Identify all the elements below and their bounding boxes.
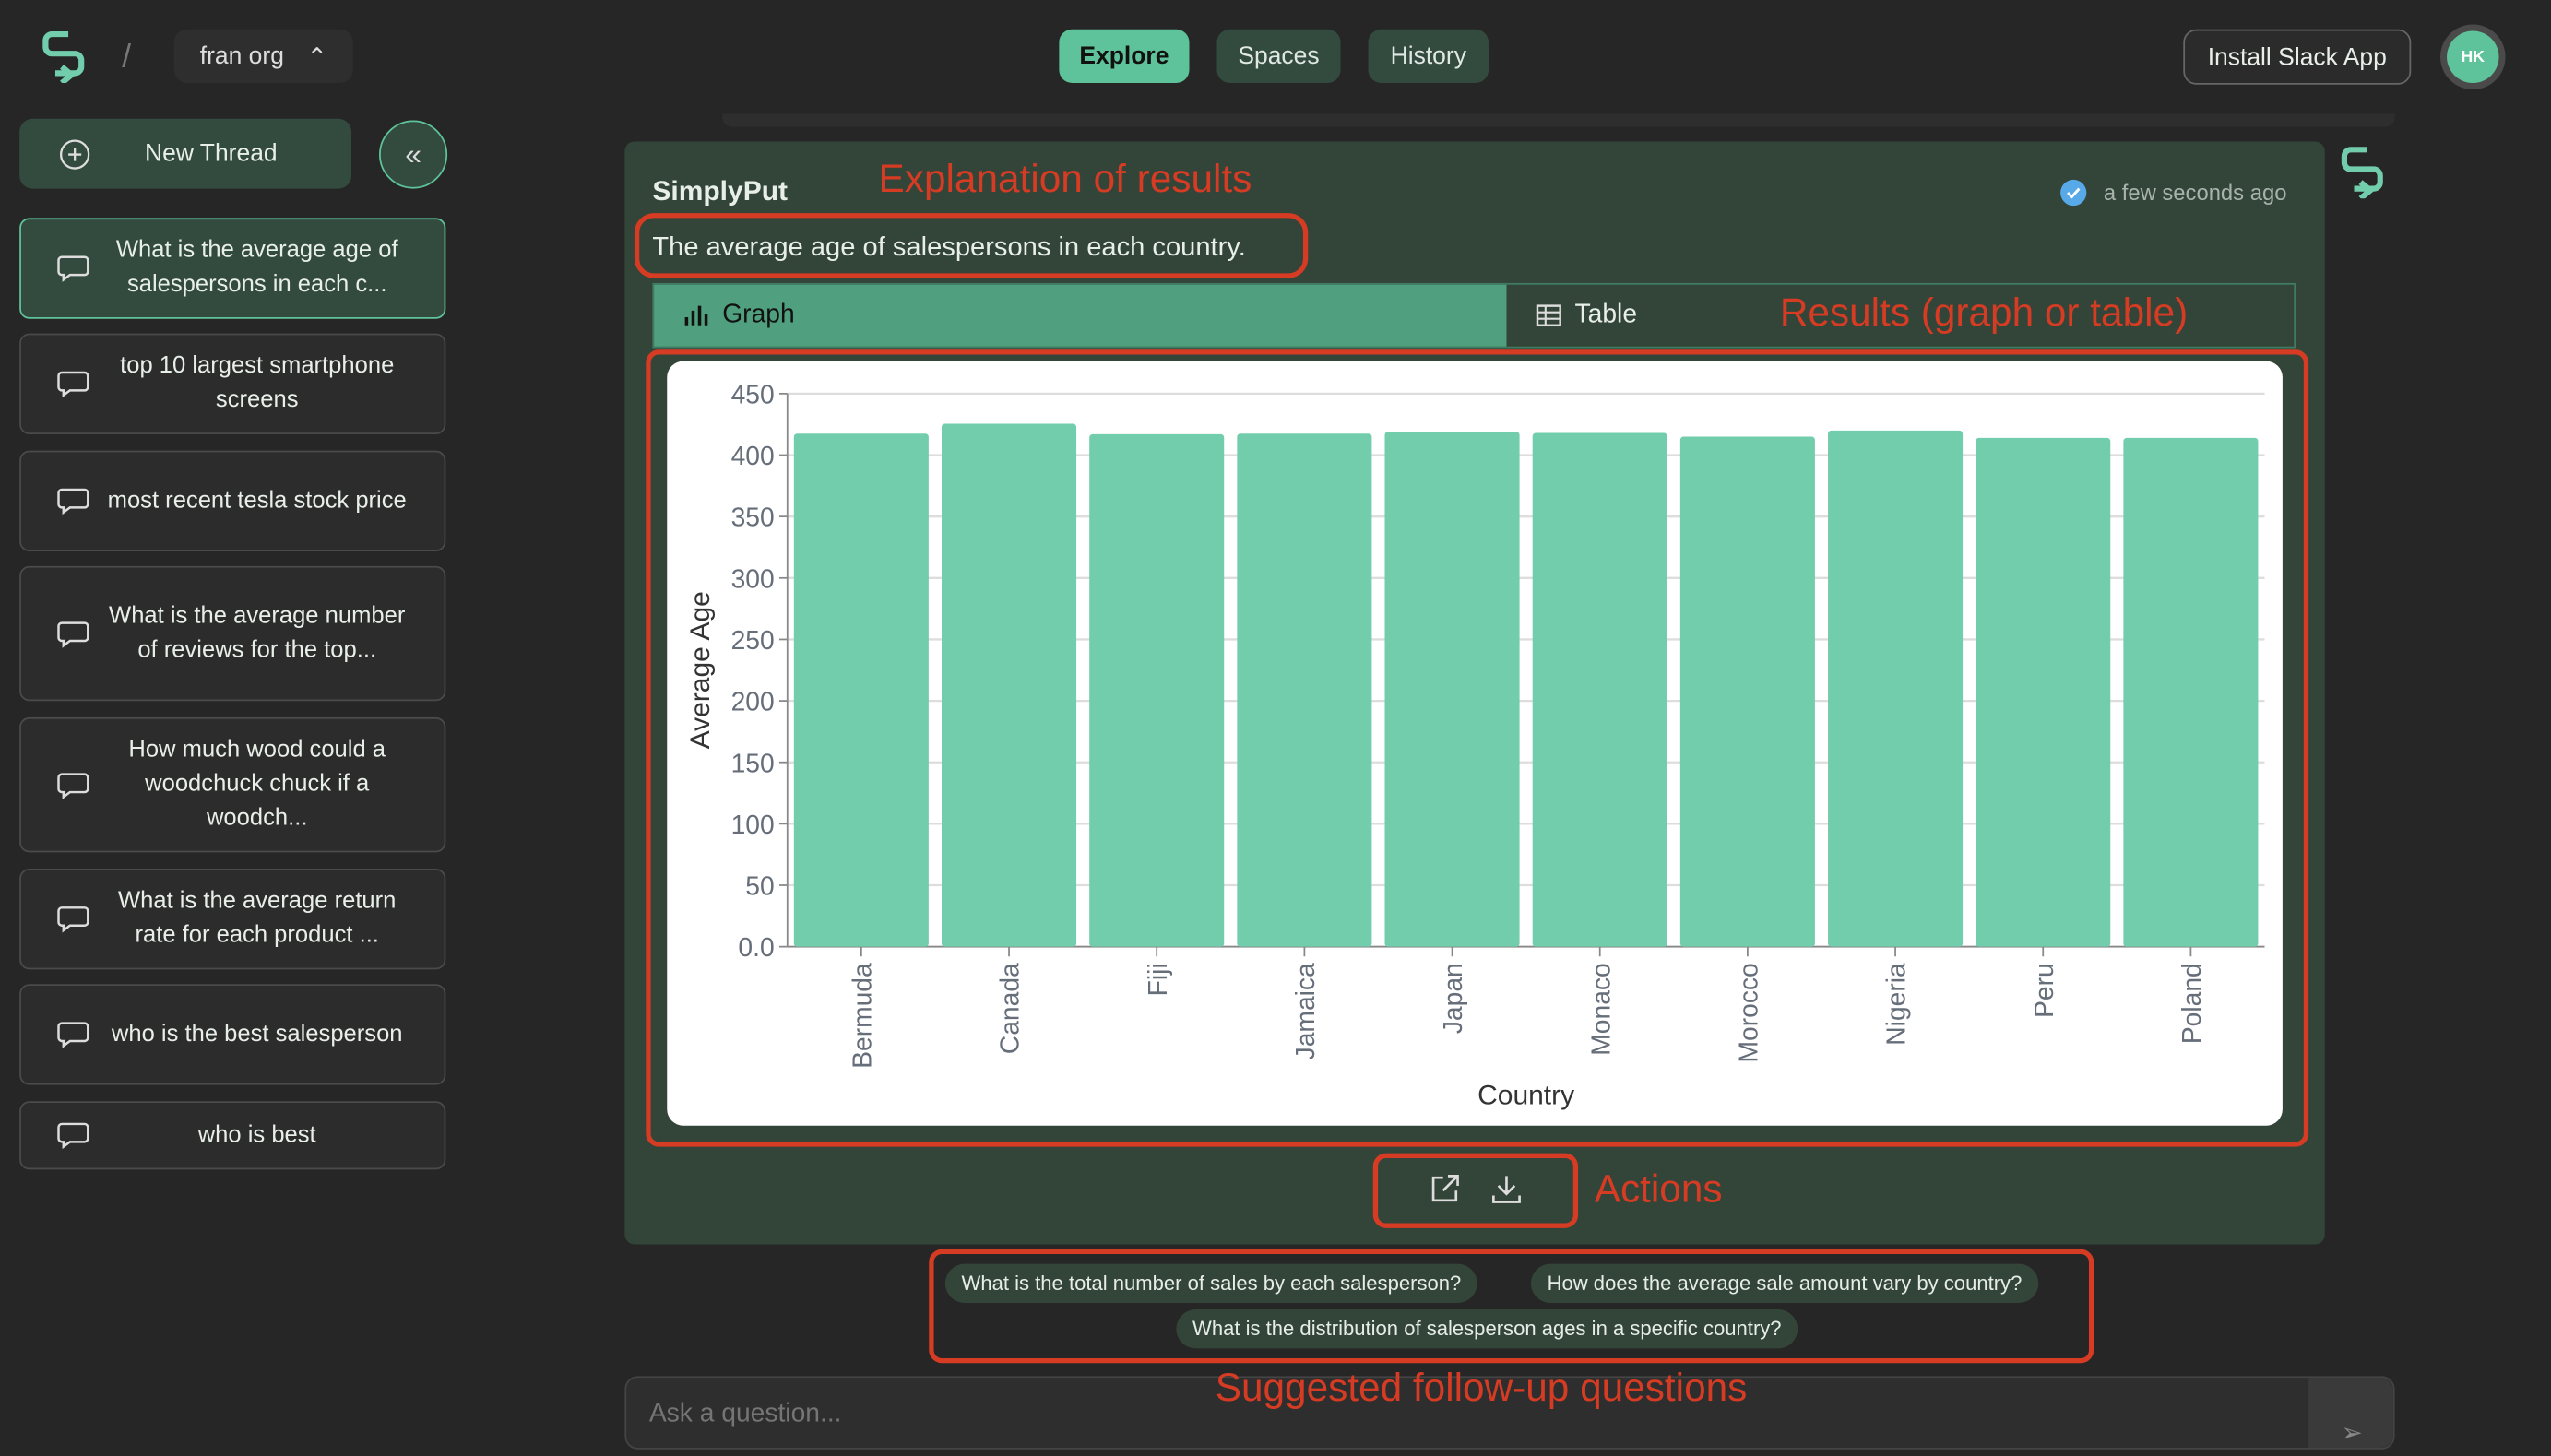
table-icon (1536, 304, 1561, 327)
avatar-initials: HK (2447, 30, 2499, 83)
chat-bubble-icon (57, 772, 89, 799)
annotation-box-actions (1372, 1153, 1579, 1228)
org-selector[interactable]: fran org ⌃ (173, 29, 353, 83)
thread-label: top 10 largest smartphone screens (120, 352, 395, 414)
chat-bubble-icon (57, 371, 89, 398)
tab-graph[interactable]: Graph (654, 284, 1507, 347)
bar-chart-icon (684, 305, 708, 326)
bar-bermuda (793, 433, 929, 947)
open-external-icon[interactable] (1429, 1173, 1461, 1205)
scroll-top-edge (722, 113, 2395, 127)
chat-bubble-icon (57, 906, 89, 933)
bar-nigeria (1828, 430, 1964, 947)
x-tick-label: Morocco (1733, 963, 1762, 1062)
verified-check-icon (2060, 179, 2087, 207)
bar-japan (1384, 432, 1520, 947)
avatar[interactable]: HK (2440, 24, 2506, 90)
thread-label: What is the average age of salespersons … (115, 237, 398, 298)
bar-peru (1976, 437, 2111, 947)
x-tick-label: Fiji (1143, 963, 1172, 996)
thread-label: What is the average return rate for each… (118, 888, 397, 949)
result-author: SimplyPut (652, 175, 788, 207)
plus-circle-icon (60, 138, 90, 169)
thread-label: who is the best salesperson (111, 1020, 403, 1048)
x-tick-label: Bermuda (847, 963, 876, 1069)
x-tick-label: Japan (1438, 963, 1467, 1034)
y-tick-label: 100 (731, 810, 775, 839)
y-tick-label: 50 (745, 871, 774, 901)
thread-item[interactable]: What is the average number of reviews fo… (19, 565, 446, 702)
annotation-explanation: Explanation of results (878, 158, 1252, 202)
thread-item[interactable]: How much wood could a woodchuck chuck if… (19, 716, 446, 853)
annotation-results: Results (graph or table) (1779, 290, 2189, 336)
tab-table[interactable]: Table (1506, 285, 1637, 347)
annotation-actions: Actions (1594, 1167, 1723, 1213)
followup-chip[interactable]: What is the total number of sales by eac… (944, 1263, 1477, 1303)
x-tick-label: Jamaica (1290, 963, 1320, 1059)
followup-chip[interactable]: How does the average sale amount vary by… (1530, 1263, 2038, 1303)
thread-item[interactable]: What is the average return rate for each… (19, 868, 446, 970)
thread-item[interactable]: What is the average age of salespersons … (19, 218, 446, 319)
new-thread-button[interactable]: New Thread (19, 118, 352, 189)
nav-explore[interactable]: Explore (1059, 29, 1190, 83)
y-tick-label: 350 (731, 503, 775, 532)
x-tick-label: Nigeria (1881, 963, 1911, 1046)
thread-item[interactable]: top 10 largest smartphone screens (19, 333, 446, 434)
chat-bubble-icon (57, 621, 89, 647)
y-tick-label: 450 (731, 379, 775, 408)
tab-table-label: Table (1574, 301, 1638, 329)
x-tick-label: Canada (995, 963, 1025, 1054)
collapse-sidebar-button[interactable]: « (379, 120, 448, 189)
thread-label: most recent tesla stock price (107, 487, 407, 514)
simplyput-logo (2341, 147, 2383, 199)
chat-bubble-icon (57, 255, 89, 282)
thread-label: What is the average number of reviews fo… (109, 602, 406, 663)
org-name: fran org (199, 41, 284, 70)
bar-canada (942, 423, 1077, 947)
x-tick-label: Peru (2029, 963, 2059, 1018)
bar-poland (2123, 437, 2259, 947)
simplyput-logo[interactable] (39, 28, 94, 83)
bar-fiji (1089, 433, 1225, 947)
send-button[interactable]: ➢ (2308, 1378, 2393, 1448)
followup-chip[interactable]: What is the distribution of salesperson … (1176, 1309, 1798, 1349)
chat-bubble-icon (57, 1022, 89, 1048)
thread-item[interactable]: most recent tesla stock price (19, 450, 446, 551)
chart-container: 0.0 50 100 150 200 250 300 350 400 450 Bermuda Cana… (667, 361, 2283, 1126)
thread-label: How much wood could a woodchuck chuck if… (128, 737, 386, 832)
thread-item[interactable]: who is best (19, 1101, 446, 1170)
bar-morocco (1679, 436, 1815, 947)
bar-chart: 0.0 50 100 150 200 250 300 350 400 450 Bermuda Cana… (685, 379, 2265, 1111)
y-axis-title: Average Age (685, 591, 716, 749)
breadcrumb-separator: / (122, 39, 132, 76)
chevrons-left-icon: « (405, 137, 421, 171)
nav-history[interactable]: History (1368, 29, 1489, 83)
chat-bubble-icon (57, 1122, 89, 1150)
y-tick-label: 150 (731, 748, 775, 777)
result-explanation: The average age of salespersons in each … (652, 232, 1246, 263)
y-tick-label: 250 (731, 625, 775, 655)
y-tick-label: 400 (731, 441, 775, 470)
y-tick-label: 200 (731, 687, 775, 716)
download-icon[interactable] (1490, 1173, 1523, 1205)
result-timestamp: a few seconds ago (2103, 180, 2287, 206)
thread-item[interactable]: who is the best salesperson (19, 984, 446, 1085)
y-tick-label: 300 (731, 563, 775, 593)
x-tick-label: Poland (2177, 963, 2206, 1044)
new-thread-label: New Thread (144, 139, 278, 168)
nav-spaces[interactable]: Spaces (1216, 29, 1341, 83)
y-tick-label: 0.0 (738, 932, 774, 962)
tab-graph-label: Graph (722, 301, 795, 329)
send-icon: ➢ (2341, 1419, 2364, 1448)
chat-bubble-icon (57, 488, 89, 515)
annotation-followups: Suggested follow-up questions (1215, 1366, 1748, 1411)
bar-jamaica (1237, 433, 1372, 947)
install-slack-button[interactable]: Install Slack App (2183, 29, 2412, 85)
thread-label: who is best (197, 1121, 316, 1148)
bar-monaco (1532, 432, 1667, 947)
x-axis-title: Country (1477, 1081, 1574, 1111)
x-tick-label: Monaco (1585, 963, 1615, 1055)
chevron-updown-icon: ⌃ (306, 42, 327, 71)
